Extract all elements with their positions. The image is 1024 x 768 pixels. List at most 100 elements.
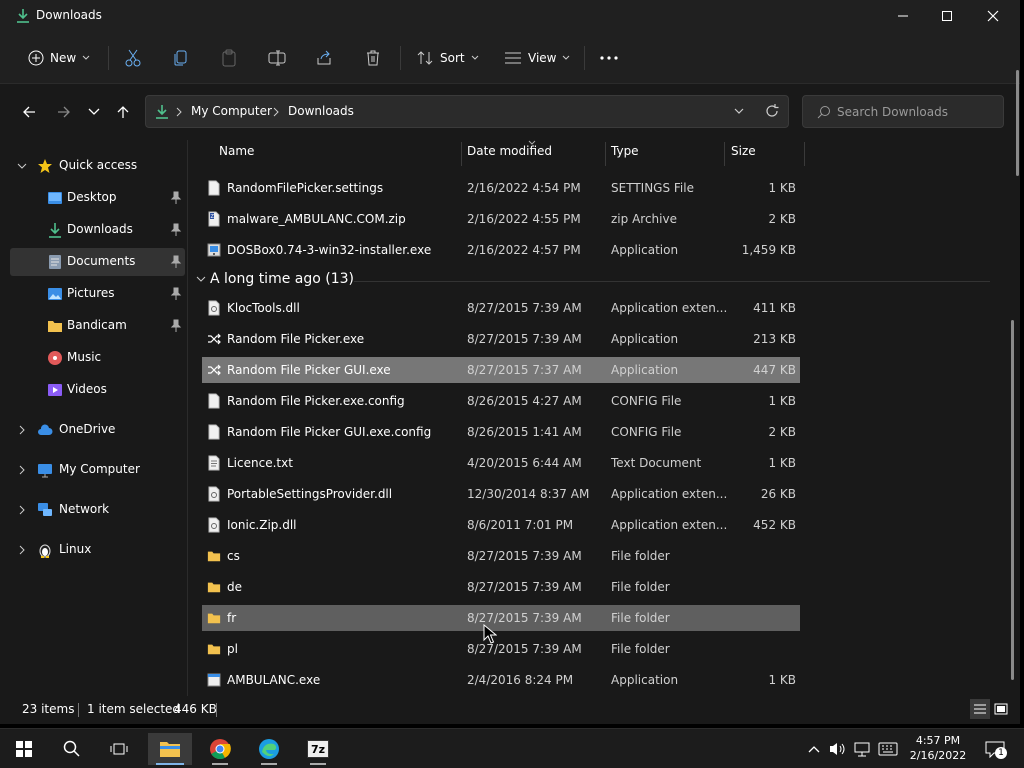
task-view-button[interactable] (97, 733, 141, 765)
taskbar-edge[interactable] (247, 733, 291, 765)
download-icon (17, 9, 29, 23)
sidebar-item-onedrive[interactable]: OneDrive (10, 416, 185, 444)
group-header[interactable]: A long time ago (13) (194, 270, 990, 292)
table-row[interactable]: Licence.txt 4/20/2015 6:44 AM Text Docum… (202, 450, 800, 476)
breadcrumb-my-computer[interactable]: My Computer (191, 104, 272, 118)
sidebar-item-documents[interactable]: Documents (10, 248, 185, 276)
copy-button[interactable] (172, 44, 190, 72)
taskbar-chrome[interactable] (198, 733, 242, 765)
file-name: DOSBox0.74-3-win32-installer.exe (227, 243, 432, 257)
search-input[interactable] (837, 103, 997, 121)
back-button[interactable] (15, 100, 43, 124)
taskbar-file-explorer[interactable] (148, 733, 192, 765)
column-divider[interactable] (461, 142, 462, 166)
column-header-type[interactable]: Type (611, 144, 721, 168)
column-divider[interactable] (724, 142, 725, 166)
table-row[interactable]: DOSBox0.74-3-win32-installer.exe 2/16/20… (202, 237, 800, 263)
clock[interactable]: 4:57 PM 2/16/2022 (905, 733, 971, 763)
table-row[interactable]: Z malware_AMBULANC.COM.zip 2/16/2022 4:5… (202, 206, 800, 232)
taskbar-search-button[interactable] (50, 733, 94, 765)
notification-center-button[interactable]: 1 (982, 739, 1008, 759)
start-button[interactable] (2, 733, 46, 765)
chevron-right-icon[interactable] (16, 463, 28, 477)
vertical-scrollbar[interactable] (1006, 140, 1020, 696)
scrollbar-thumb[interactable] (1016, 70, 1019, 176)
table-row[interactable]: Random File Picker GUI.exe 8/27/2015 7:3… (202, 357, 800, 383)
table-row[interactable]: Random File Picker.exe.config 8/26/2015 … (202, 388, 800, 414)
file-name: Ionic.Zip.dll (227, 518, 297, 532)
column-divider[interactable] (804, 142, 805, 166)
scrollbar-thumb[interactable] (1011, 320, 1014, 680)
show-hidden-icons-button[interactable] (804, 739, 824, 759)
search-box[interactable] (802, 95, 1004, 128)
minimize-button[interactable] (880, 0, 926, 32)
file-type: File folder (611, 642, 670, 656)
sidebar-item-label: Pictures (67, 286, 115, 300)
column-header-name[interactable]: Name (219, 144, 459, 168)
table-row[interactable]: AMBULANC.exe 2/4/2016 8:24 PM Applicatio… (202, 667, 800, 693)
sidebar-item-pictures[interactable]: Pictures (10, 280, 185, 308)
sidebar-item-music[interactable]: Music (10, 344, 185, 372)
table-row[interactable]: Random File Picker GUI.exe.config 8/26/2… (202, 419, 800, 445)
sidebar-item-desktop[interactable]: Desktop (10, 184, 185, 212)
file-name: Random File Picker.exe (227, 332, 365, 346)
column-divider[interactable] (605, 142, 606, 166)
maximize-button[interactable] (924, 0, 970, 32)
details-view-button[interactable] (970, 699, 990, 719)
sidebar-item-my-computer[interactable]: My Computer (10, 456, 185, 484)
breadcrumb-downloads[interactable]: Downloads (288, 104, 354, 118)
tiles-view-button[interactable] (991, 699, 1011, 719)
forward-button[interactable] (50, 100, 78, 124)
refresh-icon[interactable] (765, 104, 779, 118)
file-date: 8/27/2015 7:39 AM (467, 611, 582, 625)
table-row[interactable]: KlocTools.dll 8/27/2015 7:39 AM Applicat… (202, 295, 800, 321)
network-status-button[interactable] (852, 739, 872, 759)
table-row[interactable]: Random File Picker.exe 8/27/2015 7:39 AM… (202, 326, 800, 352)
sidebar-item-bandicam[interactable]: Bandicam (10, 312, 185, 340)
input-indicator-button[interactable] (878, 739, 898, 759)
selection-size: 446 KB (174, 702, 217, 716)
table-row[interactable]: cs 8/27/2015 7:39 AM File folder (202, 543, 800, 569)
table-row[interactable]: pl 8/27/2015 7:39 AM File folder (202, 636, 800, 662)
delete-button[interactable] (364, 44, 382, 72)
clock-time: 4:57 PM (915, 734, 961, 747)
chevron-right-icon[interactable] (16, 423, 28, 437)
table-row[interactable]: PortableSettingsProvider.dll 12/30/2014 … (202, 481, 800, 507)
sidebar-item-network[interactable]: Network (10, 496, 185, 524)
table-row[interactable]: RandomFilePicker.settings 2/16/2022 4:54… (202, 175, 800, 201)
more-options-button[interactable] (600, 44, 618, 72)
toolbar-divider (584, 46, 585, 70)
sidebar-item-videos[interactable]: Videos (10, 376, 185, 404)
scissors-icon (125, 49, 141, 67)
table-row[interactable]: de 8/27/2015 7:39 AM File folder (202, 574, 800, 600)
file-icon (208, 180, 220, 196)
share-button[interactable] (316, 44, 334, 72)
view-button[interactable]: View (504, 44, 570, 72)
up-button[interactable] (109, 100, 137, 124)
chevron-right-icon[interactable] (16, 503, 28, 517)
table-row[interactable]: fr 8/27/2015 7:39 AM File folder (202, 605, 800, 631)
chevron-right-icon (176, 107, 182, 117)
close-button[interactable] (970, 0, 1016, 32)
column-header-date[interactable]: Date modified (467, 144, 605, 168)
column-header-size[interactable]: Size (731, 144, 801, 168)
chrome-icon (210, 739, 231, 760)
chevron-down-icon[interactable] (16, 159, 28, 173)
sidebar-item-downloads[interactable]: Downloads (10, 216, 185, 244)
rename-button[interactable] (268, 44, 286, 72)
taskbar-7zip[interactable]: 7z (296, 733, 340, 765)
address-bar[interactable]: My Computer Downloads (145, 95, 789, 128)
volume-button[interactable] (828, 739, 848, 759)
table-row[interactable]: Ionic.Zip.dll 8/6/2011 7:01 PM Applicati… (202, 512, 800, 538)
recent-locations-button[interactable] (80, 100, 108, 124)
paste-button[interactable] (220, 44, 238, 72)
sidebar-item-linux[interactable]: Linux (10, 536, 185, 564)
chevron-right-icon[interactable] (16, 543, 28, 557)
chevron-down-icon[interactable] (734, 108, 744, 116)
cut-button[interactable] (124, 44, 142, 72)
sidebar-item-quick-access[interactable]: Quick access (10, 152, 185, 180)
title-bar[interactable]: Downloads (0, 0, 1020, 32)
new-button[interactable]: New (28, 44, 90, 72)
pane-divider[interactable] (187, 140, 188, 696)
sort-button[interactable]: Sort (416, 44, 479, 72)
